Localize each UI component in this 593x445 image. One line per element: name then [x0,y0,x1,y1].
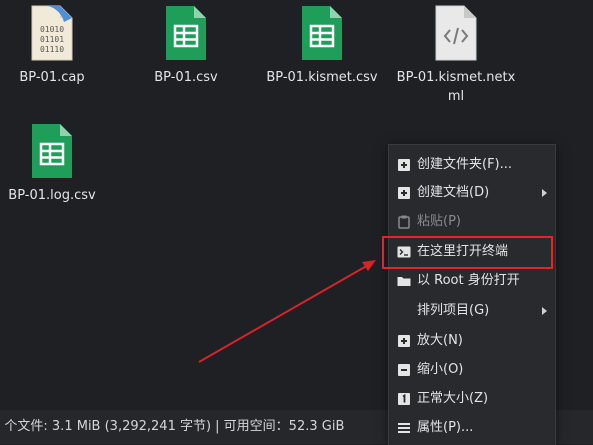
binary-digits-line-1: 01010 [40,25,64,34]
menu-item-label: 属性(P)... [417,420,474,435]
new-folder-icon [398,159,410,171]
new-document-icon [398,187,410,199]
normal-size-icon [398,393,410,405]
file-name: BP-01.kismet.csv [266,70,378,85]
menu-item-open-as-root[interactable]: 以 Root 身份打开 [389,266,555,296]
binary-file-icon: 01010 01101 01110 [30,4,74,62]
spreadsheet-icon [300,4,344,62]
file-bp-01-csv[interactable]: BP-01.csv [121,4,251,87]
menu-item-create-folder[interactable]: 创建文件夹(F)... [389,150,555,180]
file-name: BP-01.csv [154,70,218,85]
menu-item-label: 缩小(O) [417,362,464,377]
zoom-in-icon [398,335,410,347]
properties-icon [398,423,410,433]
status-text: 6 个文件: 3.1 MiB (3,292,241 字节) | 可用空间：52.… [0,419,345,434]
menu-item-arrange-items[interactable]: 排列项目(G) [389,296,555,326]
file-bp-01-cap[interactable]: 01010 01101 01110 BP-01.cap [0,4,117,87]
menu-item-create-document[interactable]: 创建文档(D) [389,178,555,208]
menu-item-label: 以 Root 身份打开 [417,273,520,288]
menu-item-label: 粘贴(P) [417,214,461,229]
menu-item-normal-size[interactable]: 正常大小(Z) [389,384,555,414]
menu-item-label: 创建文档(D) [417,185,490,200]
menu-item-label: 正常大小(Z) [417,391,489,406]
file-name: BP-01.cap [19,70,85,85]
folder-icon [397,277,411,286]
menu-item-zoom-in[interactable]: 放大(N) [389,326,555,356]
file-name-line-1: BP-01.kismet.netx [396,70,516,85]
highlight-box [382,236,553,269]
menu-item-paste[interactable]: 粘贴(P) [389,207,555,237]
menu-item-properties[interactable]: 属性(P)... [389,413,555,443]
file-bp-01-kismet-csv[interactable]: BP-01.kismet.csv [257,4,387,87]
spreadsheet-icon [30,122,74,180]
menu-item-zoom-out[interactable]: 缩小(O) [389,355,555,385]
context-menu: 创建文件夹(F)... 创建文档(D) 粘贴(P) 在这里打开终端 以 Root… [388,144,556,445]
menu-item-label: 创建文件夹(F)... [417,157,513,172]
file-bp-01-kismet-netxml[interactable]: BP-01.kismet.netx ml [391,4,521,106]
file-name: BP-01.kismet.netx ml [391,68,521,106]
file-name-line-2: ml [447,89,465,104]
menu-item-label: 排列项目(G) [417,303,490,318]
file-name: BP-01.log.csv [8,188,96,203]
menu-item-label: 放大(N) [417,333,463,348]
zoom-out-icon [398,364,410,376]
binary-digits-line-2: 01101 [40,35,64,44]
code-file-icon [434,4,478,62]
submenu-arrow-icon [542,307,547,315]
paste-icon [398,215,410,229]
file-bp-01-log-csv[interactable]: BP-01.log.csv [0,122,117,205]
submenu-arrow-icon [542,189,547,197]
spreadsheet-icon [164,4,208,62]
binary-digits-line-3: 01110 [40,45,64,54]
